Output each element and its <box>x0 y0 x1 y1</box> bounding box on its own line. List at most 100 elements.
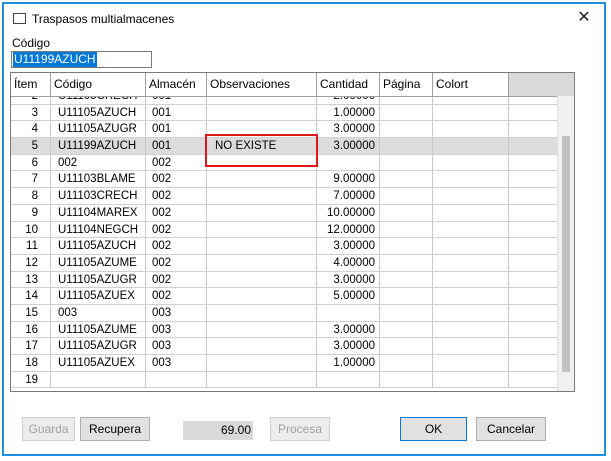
cell-pagina[interactable] <box>380 338 433 354</box>
cell-almacen[interactable]: 001 <box>146 138 207 154</box>
cell-pagina[interactable] <box>380 171 433 188</box>
table-row[interactable]: 14 U11105AZUEX 002 5.00000 <box>11 288 574 305</box>
cell-codigo[interactable]: 002 <box>51 154 146 171</box>
cell-pagina[interactable] <box>380 321 433 338</box>
cell-colort[interactable] <box>433 171 509 188</box>
cell-cantidad[interactable]: 1.00000 <box>317 355 380 371</box>
table-row[interactable]: 16 U11105AZUME 003 3.00000 <box>11 321 574 339</box>
col-header-item[interactable]: Ítem <box>11 73 51 96</box>
cell-colort[interactable] <box>433 304 509 321</box>
cell-almacen[interactable]: 002 <box>146 204 207 221</box>
cell-codigo[interactable]: U11105AZUGR <box>51 271 146 288</box>
cell-item[interactable]: 13 <box>11 271 51 288</box>
cell-colort[interactable] <box>433 138 509 154</box>
items-grid[interactable]: 2U11105CRECH0012.000003U11105AZUCH0011.0… <box>10 72 575 392</box>
cell-codigo[interactable]: U11105AZUEX <box>51 355 146 371</box>
guarda-button[interactable]: Guarda <box>22 417 75 441</box>
cell-cantidad[interactable]: 3.00000 <box>317 271 380 288</box>
cell-observaciones[interactable] <box>207 271 317 288</box>
col-header-observaciones[interactable]: Observaciones <box>207 73 317 96</box>
cell-cantidad[interactable]: 3.00000 <box>317 238 380 254</box>
col-header-almacen[interactable]: Almacén <box>146 73 207 96</box>
cell-colort[interactable] <box>433 271 509 288</box>
cell-item[interactable]: 14 <box>11 288 51 304</box>
cell-observaciones[interactable] <box>207 321 317 338</box>
cell-pagina[interactable] <box>380 204 433 221</box>
cell-cantidad[interactable]: 5.00000 <box>317 288 380 304</box>
table-row[interactable]: 19 <box>11 371 574 389</box>
cell-codigo[interactable]: U11105AZUME <box>51 321 146 338</box>
cell-almacen[interactable]: 001 <box>146 104 207 121</box>
table-row[interactable]: 13 U11105AZUGR 002 3.00000 <box>11 271 574 289</box>
cell-item[interactable]: 11 <box>11 238 51 254</box>
cell-pagina[interactable] <box>380 154 433 171</box>
cell-codigo[interactable]: U11103CRECH <box>51 188 146 204</box>
cell-codigo[interactable]: U11105AZUCH <box>51 238 146 254</box>
cell-codigo[interactable]: U11105AZUGR <box>51 338 146 354</box>
cell-almacen[interactable]: 003 <box>146 321 207 338</box>
cell-pagina[interactable] <box>380 188 433 204</box>
col-header-cantidad[interactable]: Cantidad <box>317 73 380 96</box>
cell-observaciones[interactable] <box>207 238 317 254</box>
cell-item[interactable]: 3 <box>11 104 51 121</box>
table-row[interactable]: 7 U11103BLAME 002 9.00000 <box>11 171 574 189</box>
cell-colort[interactable] <box>433 371 509 388</box>
cell-observaciones[interactable] <box>207 204 317 221</box>
cell-codigo[interactable]: 003 <box>51 304 146 321</box>
table-row[interactable]: 10 U11104NEGCH 002 12.00000 <box>11 221 574 239</box>
cell-pagina[interactable] <box>380 371 433 388</box>
ok-button[interactable]: OK <box>400 417 467 441</box>
col-header-pagina[interactable]: Página <box>380 73 433 96</box>
cell-cantidad[interactable]: 9.00000 <box>317 171 380 188</box>
table-row[interactable]: 15 003 003 <box>11 304 574 322</box>
cell-colort[interactable] <box>433 154 509 171</box>
cell-pagina[interactable] <box>380 104 433 121</box>
cell-item[interactable]: 17 <box>11 338 51 354</box>
cell-item[interactable]: 8 <box>11 188 51 204</box>
cell-cantidad[interactable]: 3.00000 <box>317 321 380 338</box>
cell-cantidad[interactable]: 12.00000 <box>317 221 380 238</box>
cell-item[interactable]: 6 <box>11 154 51 171</box>
cell-colort[interactable] <box>433 204 509 221</box>
cell-codigo[interactable]: U11105AZUME <box>51 254 146 271</box>
procesa-button[interactable]: Procesa <box>270 417 330 441</box>
cell-pagina[interactable] <box>380 221 433 238</box>
cell-observaciones[interactable] <box>207 188 317 204</box>
cell-item[interactable]: 16 <box>11 321 51 338</box>
cell-item[interactable]: 5 <box>11 138 51 154</box>
cell-observaciones[interactable] <box>207 254 317 271</box>
cell-codigo[interactable]: U11105AZUCH <box>51 104 146 121</box>
cell-item[interactable]: 9 <box>11 204 51 221</box>
table-row[interactable]: 8 U11103CRECH 002 7.00000 <box>11 188 574 205</box>
cell-almacen[interactable]: 001 <box>146 121 207 138</box>
cell-almacen[interactable] <box>146 371 207 388</box>
cell-observaciones[interactable] <box>207 288 317 304</box>
cell-almacen[interactable]: 003 <box>146 355 207 371</box>
col-header-colort[interactable]: Colort <box>433 73 509 96</box>
cell-almacen[interactable]: 002 <box>146 154 207 171</box>
cell-colort[interactable] <box>433 221 509 238</box>
cell-cantidad[interactable]: 7.00000 <box>317 188 380 204</box>
scrollbar-thumb[interactable] <box>562 136 570 372</box>
table-row[interactable]: 18 U11105AZUEX 003 1.00000 <box>11 355 574 372</box>
cell-observaciones[interactable] <box>207 338 317 354</box>
cell-observaciones[interactable] <box>207 304 317 321</box>
cell-pagina[interactable] <box>380 238 433 254</box>
cell-cantidad[interactable]: 4.00000 <box>317 254 380 271</box>
col-header-codigo[interactable]: Código <box>51 73 146 96</box>
cell-almacen[interactable]: 002 <box>146 288 207 304</box>
cell-colort[interactable] <box>433 121 509 138</box>
cell-codigo[interactable]: U11105AZUEX <box>51 288 146 304</box>
cell-pagina[interactable] <box>380 304 433 321</box>
cell-cantidad[interactable]: 3.00000 <box>317 138 380 154</box>
table-row[interactable]: 11 U11105AZUCH 002 3.00000 <box>11 238 574 255</box>
cell-colort[interactable] <box>433 254 509 271</box>
cell-observaciones[interactable] <box>207 371 317 388</box>
cell-almacen[interactable]: 002 <box>146 271 207 288</box>
cell-almacen[interactable]: 003 <box>146 338 207 354</box>
cell-pagina[interactable] <box>380 121 433 138</box>
cell-item[interactable]: 7 <box>11 171 51 188</box>
cell-colort[interactable] <box>433 338 509 354</box>
table-row[interactable]: 17 U11105AZUGR 003 3.00000 <box>11 338 574 355</box>
cell-almacen[interactable]: 002 <box>146 254 207 271</box>
